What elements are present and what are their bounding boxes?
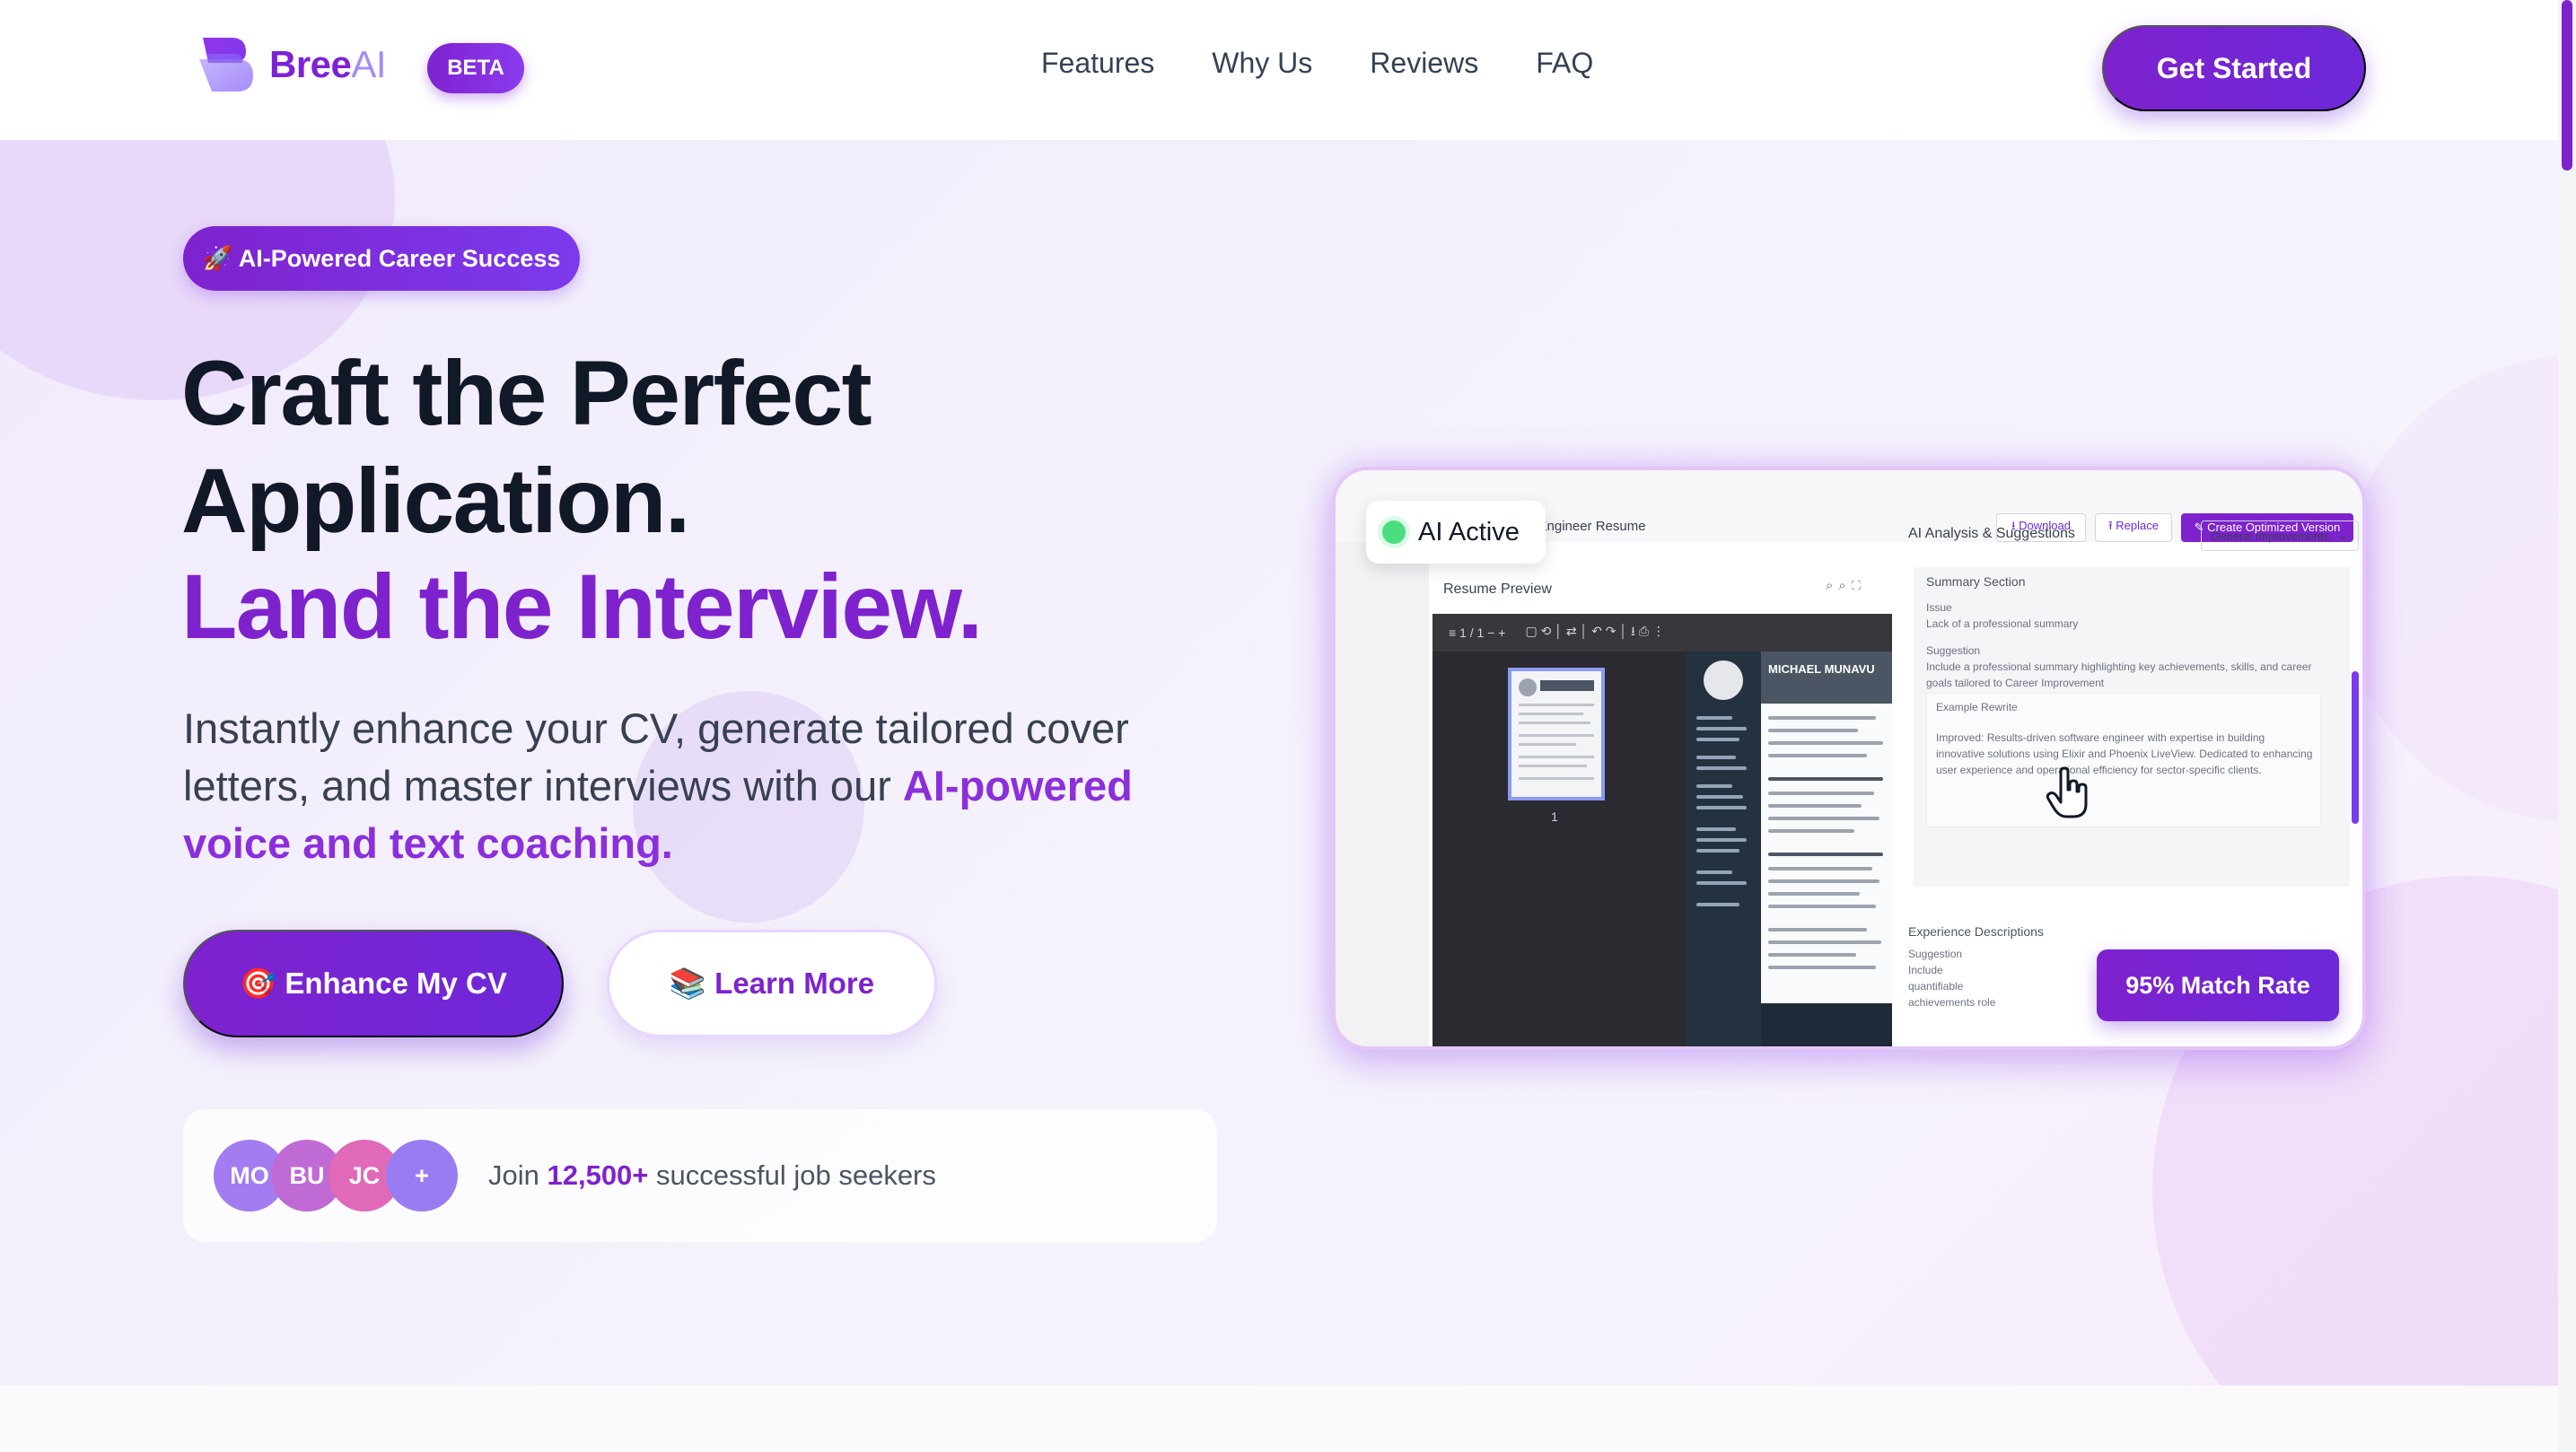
suggestion-text: Include a professional summary highlight…	[1926, 660, 2312, 689]
get-started-button[interactable]: Get Started	[2102, 25, 2366, 111]
resume-photo	[1704, 660, 1743, 700]
page-number: 1	[1551, 809, 1558, 824]
issue-label: Issue	[1926, 601, 1952, 614]
landing-page: BreeAI BETA Features Why Us Reviews FAQ …	[0, 0, 2576, 1452]
top-navbar: BreeAI BETA Features Why Us Reviews FAQ …	[0, 0, 2558, 140]
issue-text: Lack of a professional summary	[1926, 617, 2079, 630]
preview-sidebar	[1336, 542, 1429, 1046]
suggestions-panel: Summary Section Issue Lack of a professi…	[1914, 567, 2350, 887]
decorative-blob	[2343, 355, 2558, 822]
experience-text: Include quantifiable achievements role	[1908, 964, 1996, 1009]
experience-heading: Experience Descriptions	[1908, 924, 2044, 939]
analysis-title: AI Analysis & Suggestions	[1908, 526, 2075, 541]
match-rate-badge: 95% Match Rate	[2097, 949, 2339, 1021]
resume-name: MICHAEL MUNAVU	[1761, 652, 1892, 704]
viewer-action-icons[interactable]: ▢ ⟲ │ ⇄ │ ↶ ↷ │ ⭳ ⎙ ⋮	[1525, 622, 1664, 643]
nav-link-reviews[interactable]: Reviews	[1370, 47, 1478, 80]
page-scrollbar[interactable]	[2558, 0, 2576, 1452]
primary-nav: Features Why Us Reviews FAQ	[1041, 47, 1593, 80]
ai-status-indicator: AI Active	[1366, 501, 1546, 564]
resume-sidebar	[1686, 652, 1761, 1046]
resume-preview-label: Resume Preview	[1443, 582, 1552, 597]
example-text: Improved: Results-driven software engine…	[1936, 731, 2313, 776]
hero-title-line2: Application.	[181, 450, 690, 552]
panel-scrollbar[interactable]	[2352, 671, 2359, 824]
app-preview-card: re Engineer Resume ⭳ Download ⭱ Replace …	[1332, 467, 2366, 1050]
learn-more-button[interactable]: 📚 Learn More	[607, 930, 937, 1037]
brand-logo[interactable]: BreeAI	[196, 32, 387, 97]
hero-title-accent: Land the Interview.	[181, 555, 983, 658]
hero-description: Instantly enhance your CV, generate tail…	[183, 704, 1133, 867]
example-label: Example Rewrite	[1936, 701, 2018, 713]
enhance-cv-button[interactable]: 🎯 Enhance My CV	[183, 930, 564, 1037]
viewer-toolbar-controls[interactable]: ≡ 1 / 1 − +	[1449, 625, 1505, 640]
brand-name: BreeAI	[269, 43, 387, 85]
scrollbar-thumb[interactable]	[2562, 0, 2572, 171]
replace-button[interactable]: ⭱ Replace	[2095, 513, 2172, 542]
chevron-down-icon: ⌄	[2338, 529, 2349, 542]
logo-icon	[199, 38, 253, 92]
nav-link-why-us[interactable]: Why Us	[1212, 47, 1312, 80]
hero-badge: 🚀 AI-Powered Career Success	[183, 226, 580, 291]
next-section-edge	[0, 1386, 2558, 1452]
user-count: 12,500+	[547, 1159, 649, 1191]
beta-badge: BETA	[427, 43, 524, 93]
avatar-more: +	[386, 1140, 458, 1211]
social-proof-text: Join 12,500+ successful job seekers	[488, 1159, 936, 1191]
hand-cursor-icon	[2046, 766, 2088, 818]
suggestion-label: Suggestion	[1926, 644, 1981, 657]
page-thumbnails: 1	[1433, 652, 1684, 1046]
nav-link-features[interactable]: Features	[1041, 47, 1154, 80]
social-proof-card: MO BU JC + Join 12,500+ successful job s…	[183, 1109, 1217, 1242]
resume-viewer: ≡ 1 / 1 − + ▢ ⟲ │ ⇄ │ ↶ ↷ │ ⭳ ⎙ ⋮ 1 MICH…	[1433, 614, 1892, 1046]
nav-link-faq[interactable]: FAQ	[1536, 47, 1593, 80]
avatar-stack: MO BU JC +	[214, 1140, 458, 1211]
analysis-filter-select[interactable]: General Improvements ⌄	[2201, 520, 2359, 551]
example-rewrite-box: Example Rewrite Improved: Results-driven…	[1926, 693, 2321, 827]
resume-document: MICHAEL MUNAVU	[1686, 652, 1892, 1046]
hero-title-line1: Craft the Perfect	[181, 342, 872, 444]
summary-heading: Summary Section	[1926, 574, 2026, 589]
page-thumbnail[interactable]	[1508, 668, 1605, 800]
zoom-tools-icon[interactable]: ⌕⌕⛶	[1826, 578, 1866, 593]
resume-body	[1761, 704, 1892, 1003]
viewer-toolbar: ≡ 1 / 1 − + ▢ ⟲ │ ⇄ │ ↶ ↷ │ ⭳ ⎙ ⋮	[1433, 614, 1892, 652]
hero-title: Craft the Perfect Application.	[181, 339, 872, 555]
status-dot-icon	[1382, 520, 1406, 544]
